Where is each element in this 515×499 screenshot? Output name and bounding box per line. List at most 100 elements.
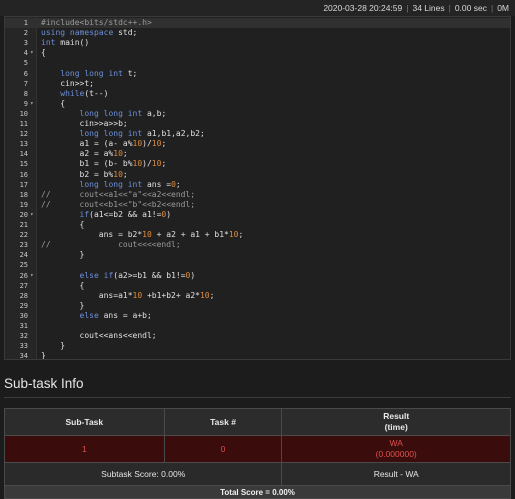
result-header-sub: (time): [384, 422, 408, 432]
line-number: 32: [19, 332, 28, 341]
line-number: 27: [19, 281, 28, 290]
code-text: ans = b2*10 + a2 + a1 + b1*10;: [41, 230, 244, 240]
code-text: a2 = a%10;: [41, 149, 128, 159]
line-number: 33: [19, 342, 28, 351]
code-text: {: [41, 280, 85, 290]
verdict-time: (0.000000): [375, 449, 417, 459]
line-number: 4: [23, 49, 28, 58]
code-line: 33 }: [5, 341, 510, 351]
run-time: 0.00 sec: [454, 3, 487, 13]
code-line: 4 ▾ {: [5, 48, 510, 58]
line-number: 11: [19, 120, 28, 128]
code-text: cin>>t;: [41, 78, 94, 88]
summary-row: Subtask Score: 0.00% Result - WA: [3, 462, 511, 486]
code-line: 25: [5, 260, 510, 270]
code-line: 9 ▾ {: [5, 99, 510, 109]
fold-arrow-icon[interactable]: ▾: [30, 99, 34, 109]
status-bar: 2020-03-28 20:24:59 | 34 Lines | 0.00 sec | 0M: [0, 0, 515, 16]
code-line: 10 long long int a,b;: [5, 109, 510, 119]
line-number: 5: [23, 59, 28, 68]
code-text: using namespace std;: [41, 28, 138, 38]
line-number: 23: [19, 241, 28, 250]
code-text: cin>>a>>b;: [41, 119, 128, 128]
code-text: {: [41, 98, 66, 108]
code-line: 26 ▾ else if(a2>=b1 && b1!=0): [5, 271, 510, 281]
separator: |: [490, 3, 494, 13]
code-text: }: [41, 341, 66, 351]
code-text: b2 = b%10;: [41, 169, 128, 179]
code-line: 22 ans = b2*10 + a2 + a1 + b1*10;: [5, 230, 510, 240]
verdict-text: WA: [389, 438, 403, 448]
code-line: 15 b1 = (b- b%10)/10;: [5, 159, 510, 169]
code-line: 19 // cout<<b1<<"b"<<b2<<endl;: [5, 200, 510, 210]
code-text: b1 = (b- b%10)/10;: [41, 159, 167, 169]
line-number: 7: [23, 79, 28, 88]
code-line: 21 {: [5, 220, 510, 230]
table-header-row: Sub-Task Task # Result (time): [4, 408, 511, 436]
code-viewer[interactable]: 1 #include<bits/stdc++.h> 2 using namespace…: [4, 16, 511, 360]
subtask-score: Subtask Score: 0.00%: [3, 462, 283, 486]
code-line: 31: [5, 321, 510, 331]
code-line: 14 a2 = a%10;: [5, 149, 510, 159]
code-line: 13 a1 = (a- a%10)/10;: [5, 139, 510, 149]
code-text: }: [41, 351, 46, 360]
line-number: 2: [23, 29, 28, 38]
code-line: 34}: [5, 351, 510, 360]
cell-subtask: 1: [4, 435, 165, 463]
code-line: 18 // cout<<a1<<"a"<<a2<<endl;: [5, 190, 510, 200]
code-text: {: [41, 48, 46, 58]
code-text: else ans = a+b;: [79, 310, 152, 320]
code-line: 8 while(t--): [5, 89, 510, 99]
code-text: long long int ans =0;: [79, 179, 181, 189]
cell-task: 0: [163, 435, 283, 463]
fold-arrow-icon[interactable]: ▾: [30, 271, 34, 281]
line-number: 21: [19, 221, 28, 229]
code-text: #include<bits/stdc++.h>: [41, 18, 152, 27]
line-number: 22: [19, 231, 28, 240]
code-text: long long int t;: [60, 68, 138, 78]
code-line: 24 }: [5, 250, 510, 260]
col-subtask-header: Sub-Task: [4, 408, 165, 436]
code-line: 6 long long int t;: [5, 69, 510, 79]
submission-datetime: 2020-03-28 20:24:59: [323, 3, 403, 13]
line-number: 17: [19, 180, 28, 189]
overall-result: Result - WA: [281, 462, 511, 486]
code-line: 3 int main(): [5, 38, 510, 48]
cell-result: WA (0.000000): [281, 435, 511, 463]
code-text: // cout<<b1<<"b"<<b2<<endl;: [41, 199, 196, 209]
code-line: 16 b2 = b%10;: [5, 170, 510, 180]
code-text: // cout<<<<endl;: [41, 240, 181, 250]
divider: [4, 397, 511, 398]
line-number: 19: [19, 200, 28, 209]
code-line: 2 using namespace std;: [5, 28, 510, 38]
code-line: 11 cin>>a>>b;: [5, 119, 510, 129]
code-line: 12 long long int a1,b1,a2,b2;: [5, 129, 510, 139]
line-number: 29: [19, 301, 28, 310]
code-text: {: [41, 220, 85, 229]
table-row: 1 0 WA (0.000000): [4, 435, 511, 463]
line-number: 8: [23, 89, 28, 98]
code-text: }: [41, 300, 85, 310]
line-number: 25: [19, 261, 28, 270]
code-text: long long int a,b;: [79, 108, 167, 118]
code-text: ans=a1*10 +b1+b2+ a2*10;: [41, 290, 215, 300]
line-number: 30: [19, 311, 28, 320]
code-line: 28 ans=a1*10 +b1+b2+ a2*10;: [5, 291, 510, 301]
col-task-header: Task #: [163, 408, 283, 436]
fold-arrow-icon[interactable]: ▾: [30, 210, 34, 220]
code-line: 5: [5, 58, 510, 68]
line-number: 1: [23, 19, 28, 27]
separator: |: [448, 3, 451, 13]
code-line: 32 cout<<ans<<endl;: [5, 331, 510, 341]
result-header-label: Result: [383, 411, 410, 421]
line-number: 9: [23, 99, 28, 108]
line-number: 34: [19, 352, 28, 360]
code-line: 27 {: [5, 281, 510, 291]
code-text: while(t--): [60, 88, 109, 98]
fold-arrow-icon[interactable]: ▾: [30, 48, 34, 58]
line-number: 3: [23, 39, 28, 48]
code-text: a1 = (a- a%10)/10;: [41, 139, 167, 149]
line-number: 14: [19, 150, 28, 159]
line-number: 6: [23, 69, 28, 78]
code-line: 30 else ans = a+b;: [5, 311, 510, 321]
